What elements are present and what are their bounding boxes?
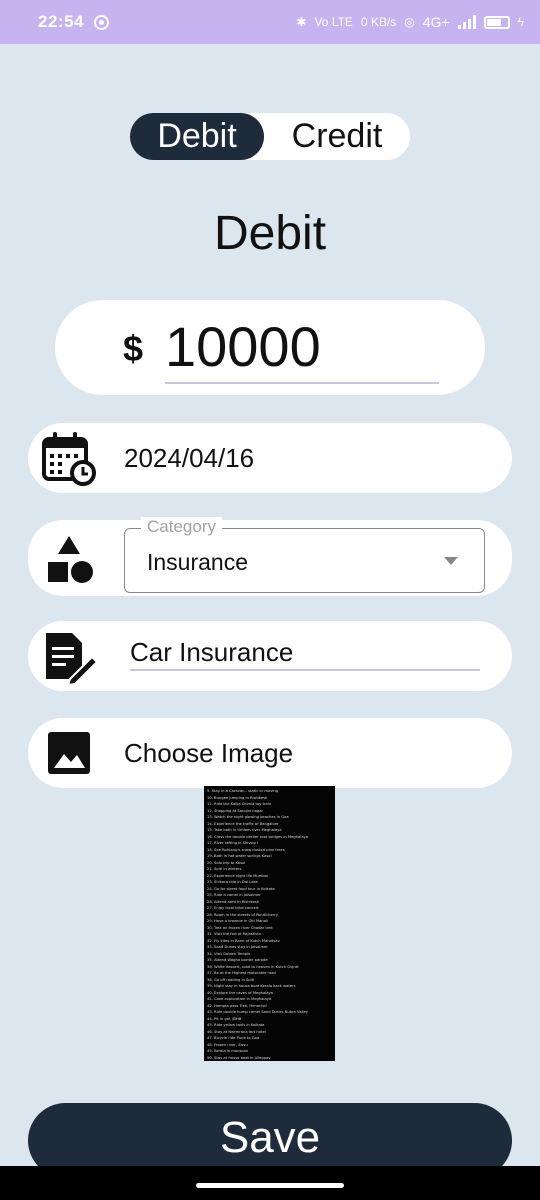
volte-label: Vo LTE <box>314 15 353 29</box>
category-value: Insurance <box>147 549 249 575</box>
description-underline <box>130 669 480 671</box>
currency-symbol: $ <box>123 328 144 369</box>
debit-tab[interactable]: Debit <box>130 113 264 160</box>
credit-tab[interactable]: Credit <box>274 113 400 160</box>
data-speed-label: 0 KB/s <box>360 15 397 29</box>
edit-note-icon <box>46 633 98 685</box>
chevron-down-icon <box>444 557 458 565</box>
page-title: Debit <box>213 207 327 260</box>
hotspot-icon: ◎ <box>404 15 415 29</box>
amount-underline <box>165 382 439 384</box>
description-input[interactable]: Car Insurance <box>130 637 293 668</box>
status-indicators: ✱ Vo LTE 0 KB/s ◎ 4G+ ϟ <box>296 14 524 30</box>
charging-icon: ϟ <box>517 15 524 29</box>
status-bar: 22:54 ✱ Vo LTE 0 KB/s ◎ 4G+ ϟ <box>0 0 540 44</box>
image-icon <box>48 732 90 774</box>
date-row[interactable]: 2024/04/16 <box>28 423 512 493</box>
battery-icon <box>483 15 510 29</box>
category-dropdown[interactable]: Category Insurance <box>124 517 485 593</box>
date-value: 2024/04/16 <box>124 443 255 473</box>
home-gesture-pill[interactable] <box>196 1183 344 1188</box>
choose-image-row[interactable]: Choose Image <box>28 718 512 788</box>
signal-icon <box>457 15 476 29</box>
category-row: Category Insurance <box>28 517 512 596</box>
amount-card: $ 10000 <box>55 300 485 395</box>
debit-credit-toggle: Debit Credit <box>130 113 410 160</box>
choose-image-label: Choose Image <box>124 738 294 768</box>
preview-text-line: 50. Stay at house boat in Alleppey <box>207 1055 271 1060</box>
shapes-icon <box>48 536 93 583</box>
navigation-bar <box>0 1166 540 1200</box>
network-type-label: 4G+ <box>422 14 450 30</box>
bluetooth-icon: ✱ <box>296 15 307 29</box>
sync-icon <box>93 14 109 30</box>
selected-image-preview: 9. Stay in a Caravan - static or moving 1… <box>204 786 335 1061</box>
description-row: Car Insurance <box>28 621 512 691</box>
calendar-clock-icon <box>42 432 96 486</box>
category-legend: Category <box>141 517 222 537</box>
status-time: 22:54 <box>38 12 84 31</box>
amount-input[interactable]: 10000 <box>165 314 321 379</box>
